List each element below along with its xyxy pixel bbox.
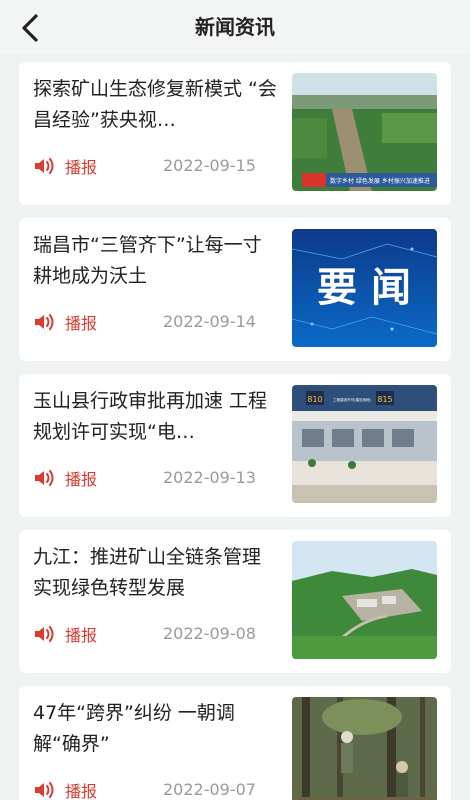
speaker-icon	[35, 470, 54, 486]
news-title[interactable]: 瑞昌市“三管齐下”让每一寸耕地成为沃土	[33, 230, 278, 292]
speaker-icon	[35, 158, 54, 174]
thumbnail-caption: 数字乡村 绿色发展 乡村振兴加速推进	[330, 177, 430, 185]
thumbnail-code: 工程建设许可(建设用地)	[333, 397, 371, 402]
news-card[interactable]: 探索矿山生态修复新模式 “会昌经验”获央视… 播报 2022-09-15 数字乡…	[19, 62, 451, 205]
news-thumbnail[interactable]	[292, 697, 437, 800]
news-date: 2022-09-07	[163, 780, 256, 799]
news-title[interactable]: 探索矿山生态修复新模式 “会昌经验”获央视…	[33, 74, 278, 136]
thumbnail-code: 815	[377, 395, 392, 404]
speaker-icon	[35, 782, 54, 798]
news-date: 2022-09-13	[163, 468, 256, 487]
broadcast-button[interactable]: 播报	[33, 311, 97, 333]
page-title: 新闻资讯	[195, 15, 275, 39]
broadcast-label: 播报	[65, 626, 98, 645]
broadcast-button[interactable]: 播报	[33, 155, 97, 177]
news-card[interactable]: 九江：推进矿山全链条管理 实现绿色转型发展 播报 2022-09-08	[19, 530, 451, 673]
news-date: 2022-09-08	[163, 624, 256, 643]
news-date: 2022-09-14	[163, 312, 256, 331]
news-card[interactable]: 瑞昌市“三管齐下”让每一寸耕地成为沃土 播报 2022-09-14 要 闻	[19, 218, 451, 361]
news-thumbnail[interactable]	[292, 541, 437, 659]
news-thumbnail[interactable]: 数字乡村 绿色发展 乡村振兴加速推进	[292, 73, 437, 191]
speaker-icon	[35, 314, 54, 330]
news-card[interactable]: 47年“跨界”纠纷 一朝调解“确界” 播报 2022-09-07	[19, 686, 451, 800]
broadcast-label: 播报	[65, 158, 98, 177]
broadcast-button[interactable]: 播报	[33, 467, 97, 489]
thumbnail-code: 810	[307, 395, 322, 404]
thumbnail-text: 要 闻	[317, 265, 411, 311]
top-bar: 新闻资讯	[0, 0, 470, 54]
news-title[interactable]: 47年“跨界”纠纷 一朝调解“确界”	[33, 698, 278, 760]
broadcast-label: 播报	[65, 782, 98, 800]
news-card[interactable]: 玉山县行政审批再加速 工程规划许可实现“电… 播报 2022-09-13 810…	[19, 374, 451, 517]
broadcast-label: 播报	[65, 314, 98, 333]
speaker-icon	[35, 626, 54, 642]
news-title[interactable]: 玉山县行政审批再加速 工程规划许可实现“电…	[33, 386, 278, 448]
news-date: 2022-09-15	[163, 156, 256, 175]
news-thumbnail[interactable]: 810 工程建设许可(建设用地) 815	[292, 385, 437, 503]
news-title[interactable]: 九江：推进矿山全链条管理 实现绿色转型发展	[33, 542, 278, 604]
broadcast-button[interactable]: 播报	[33, 623, 97, 645]
broadcast-button[interactable]: 播报	[33, 779, 97, 800]
broadcast-label: 播报	[65, 470, 98, 489]
news-thumbnail[interactable]: 要 闻	[292, 229, 437, 347]
